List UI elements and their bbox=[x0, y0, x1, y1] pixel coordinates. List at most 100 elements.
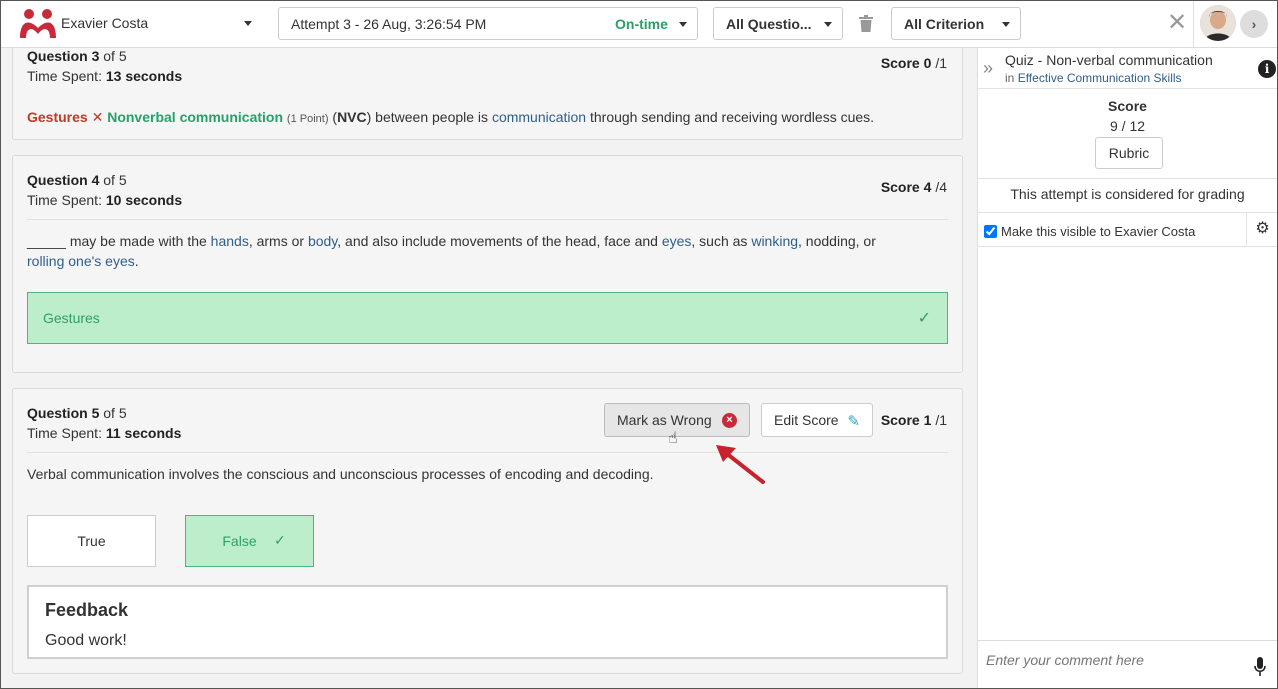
question-score: Score 1 /1 bbox=[881, 412, 947, 428]
score-label: Score bbox=[880, 55, 920, 71]
annotation-arrow-icon bbox=[716, 445, 765, 484]
option-false-selected: False ✓ bbox=[185, 515, 314, 567]
text-fragment: , and also include movements of the head… bbox=[337, 233, 662, 249]
question-number: 5 bbox=[91, 405, 100, 421]
chevron-down-icon bbox=[679, 22, 687, 27]
time-spent: Time Spent: 13 seconds bbox=[27, 68, 182, 84]
keyword: body bbox=[307, 233, 338, 249]
chevron-down-icon bbox=[824, 22, 832, 27]
gear-icon[interactable]: ⚙ bbox=[1246, 212, 1278, 246]
score-value: 1 bbox=[923, 412, 932, 428]
check-icon: ✓ bbox=[917, 310, 931, 327]
option-label: True bbox=[77, 533, 106, 549]
student-selector[interactable]: Exavier Costa bbox=[61, 15, 148, 31]
comment-input[interactable] bbox=[984, 651, 1244, 669]
avatar[interactable] bbox=[1200, 5, 1236, 41]
answer-text: Gestures bbox=[43, 310, 100, 326]
questions-filter[interactable]: All Questio... bbox=[713, 7, 843, 40]
time-value: 13 seconds bbox=[105, 68, 183, 84]
collapse-panel-icon[interactable]: » bbox=[983, 58, 993, 79]
question-of: of 5 bbox=[103, 172, 127, 188]
score-total: /1 bbox=[935, 55, 947, 71]
points-label: (1 Point) bbox=[286, 113, 329, 125]
attempt-label: Attempt 3 - 26 Aug, 3:26:54 PM bbox=[291, 16, 487, 32]
score-total: /1 bbox=[935, 412, 947, 428]
attempt-status: On-time bbox=[615, 16, 668, 32]
question-card-4: Question 4 of 5 Time Spent: 10 seconds S… bbox=[12, 155, 963, 373]
question-of: of 5 bbox=[103, 405, 127, 421]
time-value: 10 seconds bbox=[105, 192, 183, 208]
divider bbox=[27, 452, 948, 453]
feedback-box: Feedback Good work! bbox=[27, 585, 948, 659]
questions-filter-label: All Questio... bbox=[726, 16, 812, 32]
criterion-filter-label: All Criterion bbox=[904, 16, 985, 32]
pencil-icon: ✎ bbox=[847, 413, 860, 430]
abbreviation: NVC bbox=[337, 109, 367, 125]
app-logo bbox=[20, 9, 56, 38]
keyword: communication bbox=[491, 109, 587, 125]
visible-label: Make this visible to Exavier Costa bbox=[1001, 224, 1196, 239]
time-label: Time Spent: bbox=[27, 425, 102, 441]
divider bbox=[978, 212, 1277, 213]
divider bbox=[978, 246, 1277, 247]
visible-to-student-checkbox[interactable] bbox=[984, 225, 997, 238]
text-fragment: , arms or bbox=[248, 233, 308, 249]
divider bbox=[27, 219, 948, 220]
x-circle-icon: × bbox=[722, 413, 737, 428]
question-label: Question bbox=[27, 405, 88, 421]
feedback-title: Feedback bbox=[45, 600, 129, 620]
keyword: winking bbox=[751, 233, 799, 249]
criterion-filter[interactable]: All Criterion bbox=[891, 7, 1021, 40]
time-label: Time Spent: bbox=[27, 68, 102, 84]
question-card-5: Question 5 of 5 Time Spent: 11 seconds M… bbox=[12, 388, 963, 674]
in-label: in bbox=[1005, 71, 1015, 85]
attempt-select[interactable]: Attempt 3 - 26 Aug, 3:26:54 PM On-time bbox=[278, 7, 698, 40]
score-value: 4 bbox=[923, 179, 932, 195]
feedback-body: Good work! bbox=[45, 632, 127, 649]
score-value: 0 bbox=[923, 55, 932, 71]
check-icon: ✓ bbox=[274, 532, 286, 548]
microphone-icon[interactable] bbox=[1254, 657, 1266, 677]
time-value: 11 seconds bbox=[105, 425, 182, 441]
text-fragment: , nodding, or bbox=[798, 233, 876, 249]
question-text: Gestures ✕ Nonverbal communication (1 Po… bbox=[27, 107, 948, 129]
course-line: in Effective Communication Skills bbox=[1005, 71, 1182, 85]
question-text: Verbal communication involves the consci… bbox=[27, 466, 654, 482]
question-of: of 5 bbox=[103, 48, 127, 64]
question-number: 4 bbox=[91, 172, 100, 188]
trash-icon[interactable] bbox=[859, 15, 873, 32]
divider bbox=[978, 178, 1277, 179]
chevron-down-icon[interactable] bbox=[244, 21, 252, 26]
score-label: Score bbox=[880, 179, 920, 195]
question-title: Question 4 of 5 bbox=[27, 172, 127, 188]
question-number: 3 bbox=[91, 48, 100, 64]
hand-cursor-icon: ☝ bbox=[668, 430, 678, 447]
comment-bar bbox=[978, 640, 1277, 689]
edit-score-button[interactable]: Edit Score ✎ bbox=[761, 403, 873, 437]
quiz-title: Quiz - Non-verbal communication bbox=[1005, 52, 1213, 68]
question-score: Score 0 /1 bbox=[881, 55, 947, 71]
score-total: /4 bbox=[935, 179, 947, 195]
divider bbox=[1193, 0, 1194, 48]
keyword: hands bbox=[210, 233, 249, 249]
score-label: Score bbox=[880, 412, 920, 428]
course-link[interactable]: Effective Communication Skills bbox=[1018, 71, 1182, 85]
mark-as-wrong-label: Mark as Wrong bbox=[617, 412, 712, 428]
question-title: Question 3 of 5 bbox=[27, 48, 127, 64]
top-bar: Exavier Costa Attempt 3 - 26 Aug, 3:26:5… bbox=[0, 0, 1278, 48]
keyword: rolling one's eyes bbox=[27, 253, 135, 269]
next-student-button[interactable]: › bbox=[1240, 10, 1268, 38]
option-true: True bbox=[27, 515, 156, 567]
close-icon[interactable]: ✕ bbox=[1167, 11, 1187, 35]
info-icon[interactable]: i bbox=[1258, 60, 1276, 78]
grading-panel: » Quiz - Non-verbal communication in Eff… bbox=[977, 48, 1277, 689]
rubric-button[interactable]: Rubric bbox=[1095, 137, 1163, 169]
total-score-value: 9 / 12 bbox=[1109, 118, 1146, 134]
correct-answer: Nonverbal communication bbox=[107, 109, 284, 125]
question-label: Question bbox=[27, 48, 88, 64]
text-fragment: , such as bbox=[691, 233, 752, 249]
question-score: Score 4 /4 bbox=[881, 179, 947, 195]
time-label: Time Spent: bbox=[27, 192, 102, 208]
text-fragment: . bbox=[134, 253, 139, 269]
question-card-3: Question 3 of 5 Time Spent: 13 seconds S… bbox=[12, 40, 963, 140]
